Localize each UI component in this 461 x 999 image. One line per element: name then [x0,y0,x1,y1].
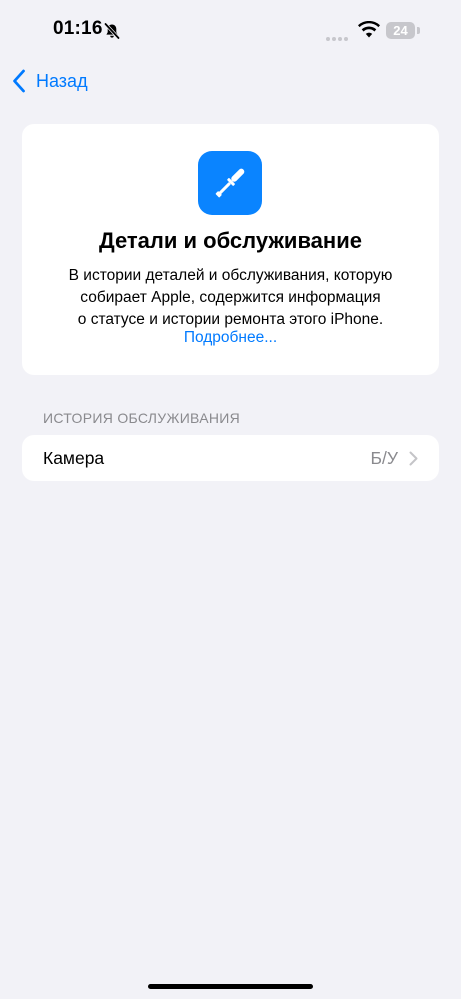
card-title: Детали и обслуживание [99,228,362,253]
status-bar: 01:16 24 [0,0,461,60]
battery-cap [417,27,420,34]
back-label: Назад [36,70,88,91]
chevron-left-icon [13,69,25,93]
back-button[interactable]: Назад [12,66,88,96]
description-line: собирает Apple, содержится информация [80,289,381,306]
screwdriver-icon [215,168,245,198]
status-time: 01:16 [53,18,103,39]
row-value: Б/У [370,448,398,468]
service-history-list: Камера Б/У [22,435,439,481]
cellular-signal-icon [326,28,352,41]
card-description: В истории деталей и обслуживания, котору… [42,265,419,331]
list-item-camera[interactable]: Камера Б/У [22,435,439,481]
home-indicator[interactable] [148,984,313,989]
row-label: Камера [43,448,105,468]
wifi-icon [358,21,380,38]
section-header: ИСТОРИЯ ОБСЛУЖИВАНИЯ [43,410,241,426]
chevron-right-icon [409,451,418,466]
description-line: В истории деталей и обслуживания, котору… [68,267,393,284]
bell-slash-icon [104,22,120,40]
learn-more-link[interactable]: Подробнее... [22,329,439,347]
app-icon [198,151,262,215]
parts-service-card: Детали и обслуживание В истории деталей … [22,124,439,375]
description-line: о статусе и истории ремонта этого iPhone… [77,311,384,328]
battery-indicator: 24 [386,22,415,39]
